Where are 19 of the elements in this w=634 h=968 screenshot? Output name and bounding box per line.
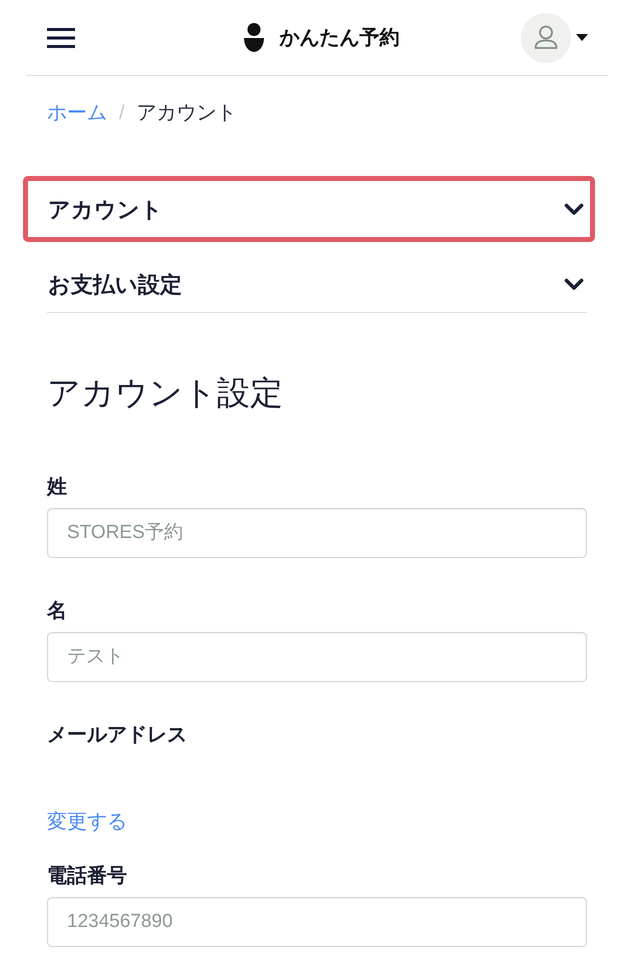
menu-button[interactable]	[47, 28, 75, 48]
input-field[interactable]: 1234567890	[47, 897, 587, 947]
person-logo-icon	[244, 22, 264, 52]
breadcrumb-separator: /	[119, 101, 125, 126]
app-title: かんたん予約	[280, 26, 400, 50]
field-label: 姓	[47, 475, 68, 500]
account-menu-button[interactable]	[521, 12, 588, 62]
input-field[interactable]: STORES予約	[47, 508, 587, 558]
input-field[interactable]: テスト	[47, 632, 587, 682]
avatar-icon	[521, 12, 571, 62]
field-label: メールアドレス	[47, 723, 187, 748]
menu-icon	[47, 28, 75, 48]
field-label: 名	[47, 599, 68, 624]
breadcrumb-current: アカウント	[136, 101, 237, 126]
accordion-header[interactable]: アカウント	[47, 182, 587, 238]
field-label: 電話番号	[47, 864, 128, 889]
section-heading: アカウント設定	[47, 373, 284, 413]
caret-icon	[576, 34, 588, 41]
accordion-header[interactable]: お支払い設定	[47, 257, 587, 313]
